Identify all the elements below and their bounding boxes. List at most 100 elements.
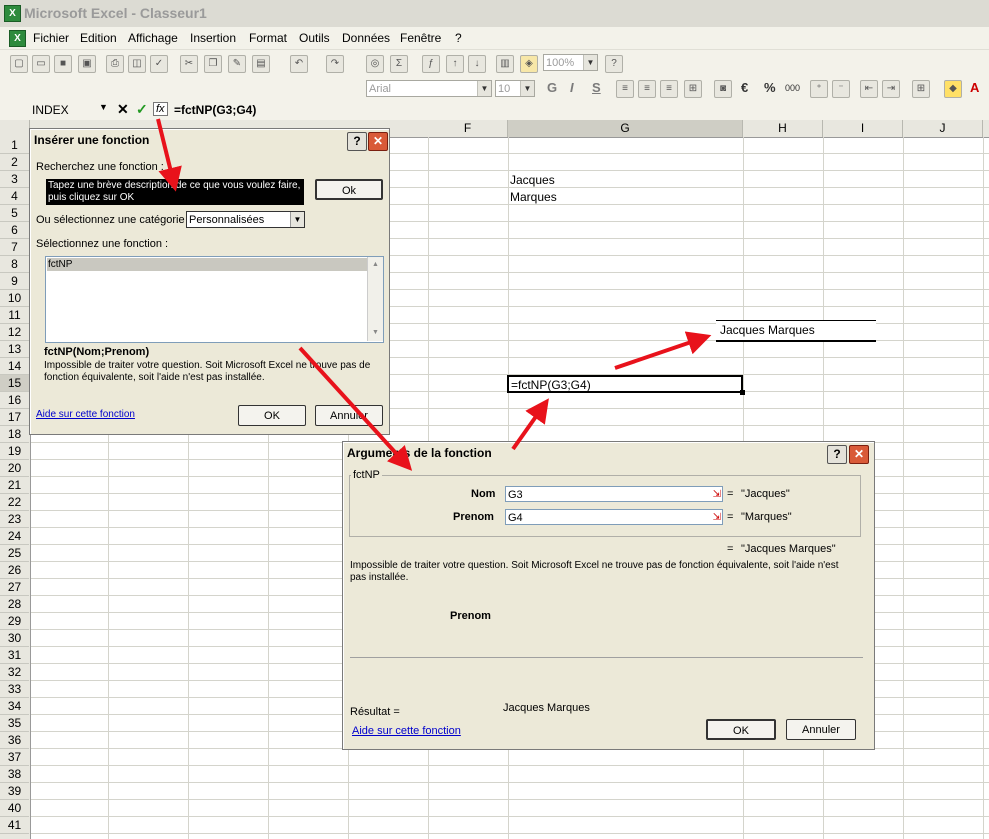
row-header-31[interactable]: 31	[0, 647, 29, 664]
row-header-16[interactable]: 16	[0, 392, 29, 409]
row-header-19[interactable]: 19	[0, 443, 29, 460]
row-header-4[interactable]: 4	[0, 188, 29, 205]
close-button[interactable]: ✕	[368, 132, 388, 151]
collapse-dialog-icon[interactable]: ⇲	[713, 487, 721, 503]
row-header-3[interactable]: 3	[0, 171, 29, 188]
permission-icon[interactable]: ▣	[78, 55, 96, 73]
row-header-8[interactable]: 8	[0, 256, 29, 273]
row-header-36[interactable]: 36	[0, 732, 29, 749]
cancel-button[interactable]: Annuler	[315, 405, 383, 426]
row-header-28[interactable]: 28	[0, 596, 29, 613]
increase-indent-icon[interactable]: ⇥	[882, 80, 900, 98]
decrease-decimal-icon[interactable]: ⁻	[832, 80, 850, 98]
column-header-i[interactable]: I	[823, 120, 903, 137]
cell-g4[interactable]: Marques	[510, 190, 557, 204]
row-header-18[interactable]: 18	[0, 426, 29, 443]
borders-icon[interactable]: ⊞	[912, 80, 930, 98]
cell-g3[interactable]: Jacques	[510, 173, 555, 187]
new-icon[interactable]: ▢	[10, 55, 28, 73]
formula-input[interactable]: =fctNP(G3;G4)	[174, 103, 256, 117]
euro-button[interactable]: €	[741, 80, 748, 95]
function-list[interactable]: fctNP ▲ ▼	[45, 256, 384, 343]
column-header-g[interactable]: G	[508, 120, 743, 137]
row-header-21[interactable]: 21	[0, 477, 29, 494]
ok-button[interactable]: OK	[238, 405, 306, 426]
row-header-9[interactable]: 9	[0, 273, 29, 290]
decrease-indent-icon[interactable]: ⇤	[860, 80, 878, 98]
save-icon[interactable]: ■	[54, 55, 72, 73]
hyperlink-icon[interactable]: ◎	[366, 55, 384, 73]
percent-button[interactable]: %	[764, 80, 776, 95]
undo-icon[interactable]: ↶	[290, 55, 308, 73]
row-header-22[interactable]: 22	[0, 494, 29, 511]
font-combo[interactable]: Arial ▼	[366, 80, 492, 97]
row-header-27[interactable]: 27	[0, 579, 29, 596]
menu-outils[interactable]: Outils	[299, 31, 330, 45]
row-header-11[interactable]: 11	[0, 307, 29, 324]
cancel-icon[interactable]: ✕	[117, 101, 129, 118]
align-left-icon[interactable]: ≡	[616, 80, 634, 98]
scroll-down-icon[interactable]: ▼	[369, 326, 382, 339]
chart-icon[interactable]: ▥	[496, 55, 514, 73]
menu-format[interactable]: Format	[249, 31, 287, 45]
select-all[interactable]	[0, 120, 30, 137]
sort-asc-icon[interactable]: ↑	[446, 55, 464, 73]
list-item[interactable]: fctNP	[47, 258, 367, 271]
help-link[interactable]: Aide sur cette fonction	[352, 725, 461, 737]
row-header-5[interactable]: 5	[0, 205, 29, 222]
row-header-30[interactable]: 30	[0, 630, 29, 647]
menu-insertion[interactable]: Insertion	[190, 31, 236, 45]
currency-icon[interactable]: ◙	[714, 80, 732, 98]
sort-desc-icon[interactable]: ↓	[468, 55, 486, 73]
open-icon[interactable]: ▭	[32, 55, 50, 73]
row-header-29[interactable]: 29	[0, 613, 29, 630]
help-icon[interactable]: ?	[605, 55, 623, 73]
row-header-7[interactable]: 7	[0, 239, 29, 256]
menu-donnees[interactable]: Données	[342, 31, 390, 45]
thousands-button[interactable]: 000	[785, 83, 800, 93]
row-header-6[interactable]: 6	[0, 222, 29, 239]
fill-handle[interactable]	[740, 390, 745, 395]
fx-icon[interactable]: fx	[153, 102, 168, 116]
menu-affichage[interactable]: Affichage	[128, 31, 178, 45]
scroll-up-icon[interactable]: ▲	[369, 258, 382, 271]
cell-g15-active[interactable]: =fctNP(G3;G4)	[507, 375, 745, 395]
row-header-26[interactable]: 26	[0, 562, 29, 579]
scrollbar[interactable]: ▲ ▼	[367, 257, 383, 341]
font-size-combo[interactable]: 10 ▼	[495, 80, 535, 97]
cell-g12-zoom[interactable]: Jacques Marques	[716, 320, 876, 342]
row-header-1[interactable]: 1	[0, 137, 29, 154]
column-header-f[interactable]: F	[428, 120, 508, 137]
copy-icon[interactable]: ❐	[204, 55, 222, 73]
align-center-icon[interactable]: ≡	[638, 80, 656, 98]
row-header-14[interactable]: 14	[0, 358, 29, 375]
help-button[interactable]: ?	[347, 132, 367, 151]
row-header-34[interactable]: 34	[0, 698, 29, 715]
help-button[interactable]: ?	[827, 445, 847, 464]
row-header-40[interactable]: 40	[0, 800, 29, 817]
row-header-12[interactable]: 12	[0, 324, 29, 341]
print-icon[interactable]: ⎙	[106, 55, 124, 73]
row-header-35[interactable]: 35	[0, 715, 29, 732]
column-header-h[interactable]: H	[743, 120, 823, 137]
cut-icon[interactable]: ✂	[180, 55, 198, 73]
fill-color-icon[interactable]: ◆	[944, 80, 962, 98]
merge-center-icon[interactable]: ⊞	[684, 80, 702, 98]
row-header-2[interactable]: 2	[0, 154, 29, 171]
align-right-icon[interactable]: ≡	[660, 80, 678, 98]
drawing-icon[interactable]: ◈	[520, 55, 538, 73]
chevron-down-icon[interactable]: ▼	[99, 102, 108, 112]
row-header-20[interactable]: 20	[0, 460, 29, 477]
name-box[interactable]: INDEX	[32, 103, 69, 117]
zoom-combo[interactable]: 100% ▼	[543, 54, 598, 71]
excel-doc-icon[interactable]: X	[9, 30, 26, 47]
row-header-32[interactable]: 32	[0, 664, 29, 681]
print-preview-icon[interactable]: ◫	[128, 55, 146, 73]
arg-input-prenom[interactable]: G4 ⇲	[505, 509, 723, 525]
increase-decimal-icon[interactable]: ⁺	[810, 80, 828, 98]
row-header-10[interactable]: 10	[0, 290, 29, 307]
spelling-icon[interactable]: ✓	[150, 55, 168, 73]
row-header-15[interactable]: 15	[0, 375, 29, 392]
menu-help[interactable]: ?	[455, 31, 462, 45]
insert-function-icon[interactable]: ƒ	[422, 55, 440, 73]
